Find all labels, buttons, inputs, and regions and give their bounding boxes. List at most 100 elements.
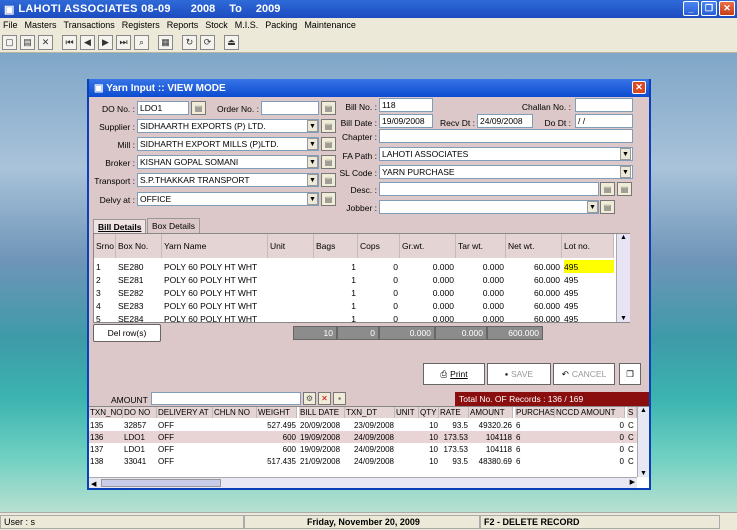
list-header-cell[interactable]: NCCD AMOUNT: [555, 407, 625, 418]
grid-cell[interactable]: 0.000: [402, 273, 456, 286]
desc-input[interactable]: [379, 182, 599, 196]
grid-cell[interactable]: 60.000: [508, 260, 562, 273]
grid-cell[interactable]: 1: [316, 312, 358, 325]
list-cell[interactable]: 104118: [470, 431, 512, 443]
list-scroll-down-icon[interactable]: ▼: [638, 470, 649, 477]
list-cell[interactable]: 6: [516, 455, 554, 467]
list-cell[interactable]: [214, 431, 256, 443]
broker-lookup-icon[interactable]: ▤: [321, 155, 336, 169]
list-header-cell[interactable]: TXN_NO: [89, 407, 123, 418]
grid-cell[interactable]: [270, 260, 314, 273]
list-cell[interactable]: LDO1: [124, 431, 156, 443]
list-cell[interactable]: 20/09/2008: [300, 419, 344, 431]
grid-cell[interactable]: 0: [360, 299, 400, 312]
list-cell[interactable]: 0: [556, 443, 624, 455]
grid-cell[interactable]: 0: [360, 312, 400, 325]
list-cell[interactable]: 24/09/2008: [346, 443, 394, 455]
list-cell[interactable]: C: [628, 443, 636, 455]
list-header-cell[interactable]: WEIGHT: [257, 407, 297, 418]
list-cell[interactable]: 33041: [124, 455, 156, 467]
scroll-down-icon[interactable]: ▼: [617, 315, 630, 322]
mill-lookup-icon[interactable]: ▤: [321, 137, 336, 151]
list-cell[interactable]: 6: [516, 419, 554, 431]
grid-cell[interactable]: 0.000: [402, 260, 456, 273]
delvy-lookup-icon[interactable]: ▤: [321, 192, 336, 206]
sl-code-dropdown-icon[interactable]: ▼: [620, 166, 631, 178]
maximize-button[interactable]: ❐: [701, 1, 717, 16]
broker-select[interactable]: KISHAN GOPAL SOMANI: [137, 155, 319, 169]
list-cell[interactable]: 24/09/2008: [346, 431, 394, 443]
list-cell[interactable]: 517.435: [258, 455, 296, 467]
list-cell[interactable]: [214, 419, 256, 431]
grid-cell[interactable]: POLY 60 POLY HT WHT: [164, 299, 268, 312]
list-cell[interactable]: 19/09/2008: [300, 443, 344, 455]
delvy-select[interactable]: OFFICE: [137, 192, 319, 206]
list-vscroll[interactable]: ▲ ▼: [637, 407, 649, 477]
grid-cell[interactable]: 495: [564, 260, 614, 273]
grid-cell[interactable]: 495: [564, 299, 614, 312]
grid-cell[interactable]: [270, 273, 314, 286]
grid-cell[interactable]: 0.000: [402, 286, 456, 299]
grid-cell[interactable]: 2: [96, 273, 116, 286]
jobber-dropdown-icon[interactable]: ▼: [587, 201, 598, 213]
list-cell[interactable]: C: [628, 431, 636, 443]
list-header-cell[interactable]: AMOUNT: [469, 407, 513, 418]
grid-cell[interactable]: 1: [96, 260, 116, 273]
grid-cell[interactable]: POLY 60 POLY HT WHT: [164, 312, 268, 325]
grid-cell[interactable]: 1: [316, 299, 358, 312]
grid-cell[interactable]: SE283: [118, 299, 162, 312]
order-no-input[interactable]: [261, 101, 319, 115]
filter-icon[interactable]: ⚙: [303, 392, 316, 405]
menu-mis[interactable]: M.I.S.: [235, 20, 259, 30]
list-cell[interactable]: OFF: [158, 419, 212, 431]
grid-cell[interactable]: 60.000: [508, 273, 562, 286]
refresh-icon[interactable]: ↻: [182, 34, 197, 50]
reload-icon[interactable]: ⟳: [200, 34, 215, 50]
transport-dropdown-icon[interactable]: ▼: [307, 174, 318, 186]
recv-dt-input[interactable]: 24/09/2008: [477, 114, 533, 128]
challan-input[interactable]: [575, 98, 633, 112]
first-record-icon[interactable]: ⏮: [62, 34, 77, 50]
menu-transactions[interactable]: Transactions: [64, 20, 115, 30]
sl-code-select[interactable]: YARN PURCHASE: [379, 165, 633, 179]
list-header-cell[interactable]: DO NO: [123, 407, 157, 418]
list-cell[interactable]: 49320.26: [470, 419, 512, 431]
list-header-cell[interactable]: QTY: [419, 407, 439, 418]
grid-cell[interactable]: SE282: [118, 286, 162, 299]
exit-icon[interactable]: ⏏: [224, 34, 239, 50]
grid-cell[interactable]: 0.000: [458, 299, 506, 312]
list-cell[interactable]: 0: [556, 431, 624, 443]
list-cell[interactable]: 173.53: [440, 431, 468, 443]
list-cell[interactable]: 104118: [470, 443, 512, 455]
grid-cell[interactable]: 4: [96, 299, 116, 312]
grid-cell[interactable]: [270, 312, 314, 325]
list-header-cell[interactable]: TXN_DT: [345, 407, 395, 418]
list-cell[interactable]: C: [628, 419, 636, 431]
list-cell[interactable]: [396, 455, 418, 467]
grid-cell[interactable]: 60.000: [508, 299, 562, 312]
grid-cell[interactable]: 0.000: [458, 286, 506, 299]
grid-cell[interactable]: 1: [316, 273, 358, 286]
grid-cell[interactable]: POLY 60 POLY HT WHT: [164, 273, 268, 286]
grid-cell[interactable]: 0.000: [402, 312, 456, 325]
grid-cell[interactable]: 1: [316, 260, 358, 273]
cancel-button[interactable]: ↶ CANCEL: [553, 363, 615, 385]
new-icon[interactable]: ▢: [2, 34, 17, 50]
list-cell[interactable]: C: [628, 455, 636, 467]
menu-registers[interactable]: Registers: [122, 20, 160, 30]
menu-masters[interactable]: Masters: [25, 20, 57, 30]
list-cell[interactable]: 137: [90, 443, 122, 455]
last-record-icon[interactable]: ⏭: [116, 34, 131, 50]
list-cell[interactable]: 93.5: [440, 419, 468, 431]
prev-record-icon[interactable]: ◀: [80, 34, 95, 50]
supplier-select[interactable]: SIDHAARTH EXPORTS (P) LTD.: [137, 119, 319, 133]
broker-dropdown-icon[interactable]: ▼: [307, 156, 318, 168]
minimize-button[interactable]: _: [683, 1, 699, 16]
del-rows-button[interactable]: Del row(s): [93, 324, 161, 342]
list-cell[interactable]: OFF: [158, 431, 212, 443]
menu-packing[interactable]: Packing: [265, 20, 297, 30]
list-cell[interactable]: 0: [556, 419, 624, 431]
grid-cell[interactable]: 0.000: [458, 260, 506, 273]
list-cell[interactable]: [396, 431, 418, 443]
list-header-cell[interactable]: UNIT: [395, 407, 419, 418]
